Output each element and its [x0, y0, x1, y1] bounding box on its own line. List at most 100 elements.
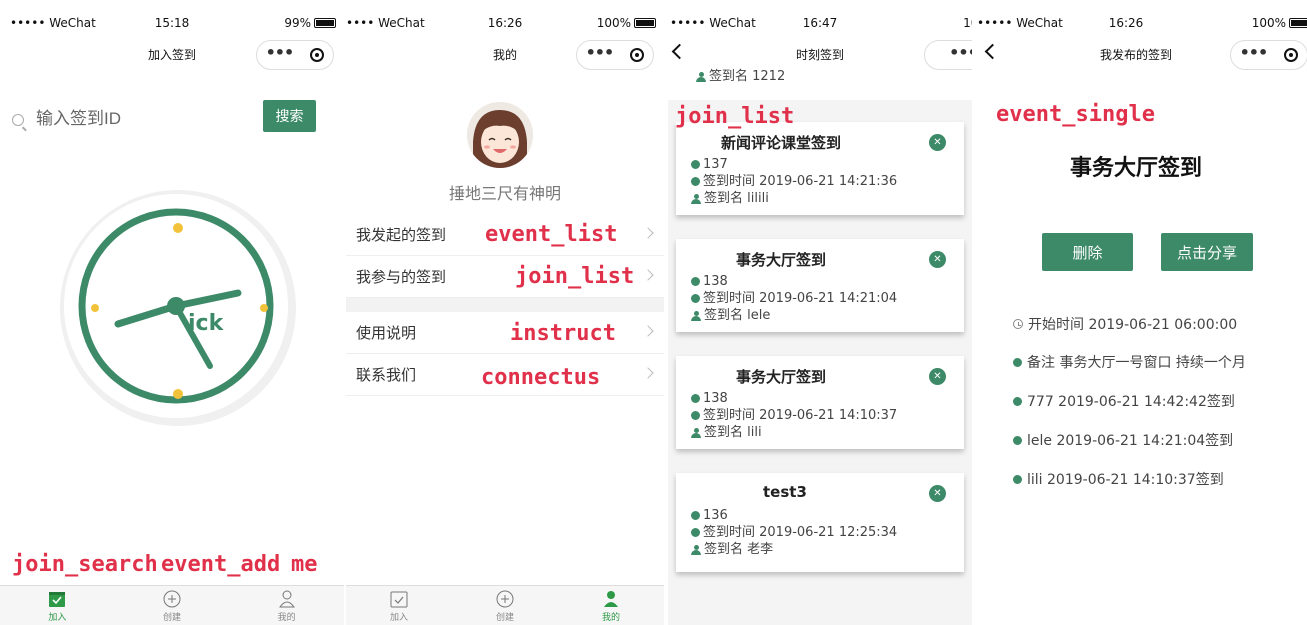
clock-logo-icon: ick [60, 190, 296, 426]
close-icon[interactable]: ✕ [929, 485, 946, 502]
menu-item-instructions[interactable]: 使用说明 [346, 312, 664, 354]
chevron-right-icon [642, 227, 654, 239]
close-target-icon[interactable] [1284, 48, 1299, 62]
chevron-right-icon [642, 269, 654, 281]
annotation-instruct: instruct [510, 321, 616, 346]
more-icon[interactable]: ••• [586, 45, 615, 61]
user-icon [696, 71, 706, 82]
event-card[interactable]: 新闻评论课堂签到 ✕ 137 签到时间 2019-06-21 14:21:36 … [676, 122, 964, 215]
battery-text: 100% [1251, 16, 1286, 30]
menu-item-label: 我发起的签到 [356, 226, 447, 244]
event-time-row: 签到时间 2019-06-21 14:21:36 [691, 173, 964, 190]
sign-time: 签到时间 2019-06-21 14:21:04 [703, 291, 898, 306]
clock-logo: ick [60, 190, 300, 430]
tab-label: 我的 [277, 613, 296, 623]
delete-button[interactable]: 删除 [1042, 233, 1133, 271]
battery-icon [634, 18, 656, 28]
close-target-icon[interactable] [310, 48, 325, 62]
event-title: 事务大厅签到 [1069, 156, 1202, 181]
tab-bar: 加入 创建 我的 [0, 585, 344, 625]
tab-join[interactable]: 加入 [22, 586, 92, 625]
battery-indicator: 99% [284, 16, 336, 30]
mini-program-capsule[interactable]: ••• [924, 40, 972, 70]
chevron-right-icon [642, 325, 654, 337]
menu-item-label: 联系我们 [356, 366, 417, 384]
more-icon[interactable]: ••• [1240, 45, 1269, 61]
tab-label: 我的 [601, 613, 620, 623]
time-icon [691, 411, 700, 420]
close-icon[interactable]: ✕ [929, 134, 946, 151]
note-text: 备注 事务大厅一号窗口 持续一个月 [1027, 355, 1246, 371]
person-icon [276, 588, 298, 610]
event-name-row: 签到名 lilili [691, 190, 964, 207]
annotation-event-list: event_list [485, 222, 618, 247]
event-card[interactable]: test3 ✕ 136 签到时间 2019-06-21 12:25:34 签到名… [676, 473, 964, 572]
record-row: 777 2019-06-21 14:42:42签到 [1013, 391, 1235, 411]
calendar-check-icon [46, 588, 68, 610]
sign-time: 签到时间 2019-06-21 14:21:36 [703, 174, 898, 189]
clock-text: 16:47 [802, 16, 838, 30]
more-icon[interactable]: ••• [949, 45, 972, 61]
event-title: 事务大厅签到 [736, 368, 827, 386]
battery-icon [1289, 18, 1307, 28]
joined-events-list: 新闻评论课堂签到 ✕ 137 签到时间 2019-06-21 14:21:36 … [668, 100, 972, 572]
event-id-row: 138 [691, 390, 964, 407]
close-icon[interactable]: ✕ [929, 251, 946, 268]
tab-label: 加入 [48, 613, 67, 623]
search-button[interactable]: 搜索 [263, 100, 316, 132]
time-icon [691, 294, 700, 303]
menu-divider [346, 298, 664, 312]
sign-name: 签到名 lele [704, 308, 771, 323]
event-card[interactable]: 事务大厅签到 ✕ 138 签到时间 2019-06-21 14:21:04 签到… [676, 239, 964, 332]
status-bar: •••• WeChat 16:26 100% [346, 0, 664, 40]
share-button[interactable]: 点击分享 [1161, 233, 1253, 271]
user-icon [691, 427, 701, 438]
sign-id-input[interactable] [36, 104, 246, 134]
bullet-icon [1013, 357, 1022, 367]
logo-text: ick [188, 311, 225, 336]
time-icon [691, 528, 700, 537]
bullet-icon [1013, 474, 1022, 484]
search-row: 搜索 [12, 100, 316, 136]
screen-event-single: ••••• WeChat 16:26 100% 我发布的签到 ••• 事务大厅签… [975, 0, 1307, 625]
battery-icon [314, 18, 336, 28]
record-row: lele 2019-06-21 14:21:04签到 [1013, 430, 1233, 450]
sign-time: 签到时间 2019-06-21 14:10:37 [703, 408, 898, 423]
plus-circle-icon [494, 588, 516, 610]
battery-text: 100% [596, 16, 631, 30]
battery-indicator: 100% [1252, 16, 1307, 30]
event-id-row: 136 [691, 507, 964, 524]
record-text: lili 2019-06-21 14:10:37签到 [1027, 472, 1224, 488]
tab-me[interactable]: 我的 [576, 586, 646, 625]
tab-create[interactable]: 创建 [470, 586, 540, 625]
annotation-event-add: event_add [161, 552, 281, 577]
event-name-row: 签到名 老李 [691, 541, 964, 558]
tab-me[interactable]: 我的 [252, 586, 322, 625]
event-card[interactable]: 事务大厅签到 ✕ 138 签到时间 2019-06-21 14:10:37 签到… [676, 356, 964, 449]
calendar-check-icon [388, 588, 410, 610]
more-icon[interactable]: ••• [266, 45, 295, 61]
annotation-event-single: event_single [996, 102, 1155, 127]
event-time-row: 签到时间 2019-06-21 14:10:37 [691, 407, 964, 424]
annotation-join-list-screen: join_list [675, 104, 795, 129]
record-text: lele 2019-06-21 14:21:04签到 [1027, 433, 1234, 449]
nav-bar: 我的 ••• [346, 38, 664, 72]
event-id-row: 138 [691, 273, 964, 290]
sign-time: 签到时间 2019-06-21 12:25:34 [703, 525, 898, 540]
event-id: 138 [703, 391, 728, 406]
note-row: 备注 事务大厅一号窗口 持续一个月 [1013, 352, 1246, 372]
tab-join[interactable]: 加入 [364, 586, 434, 625]
close-target-icon[interactable] [630, 48, 645, 62]
close-icon[interactable]: ✕ [929, 368, 946, 385]
mini-program-capsule[interactable]: ••• [1230, 40, 1307, 70]
screen-join-list: ••••• WeChat 16:47 100 时刻签到 ••• 签到名 1212… [668, 0, 972, 625]
tab-label: 创建 [495, 613, 514, 623]
nav-bar: 我发布的签到 ••• [975, 38, 1307, 72]
avatar-image [467, 102, 533, 168]
tab-create[interactable]: 创建 [137, 586, 207, 625]
time-icon [691, 177, 700, 186]
sign-name: 签到名 老李 [704, 542, 774, 557]
mini-program-capsule[interactable]: ••• [576, 40, 654, 70]
user-icon [691, 544, 701, 555]
mini-program-capsule[interactable]: ••• [256, 40, 334, 70]
